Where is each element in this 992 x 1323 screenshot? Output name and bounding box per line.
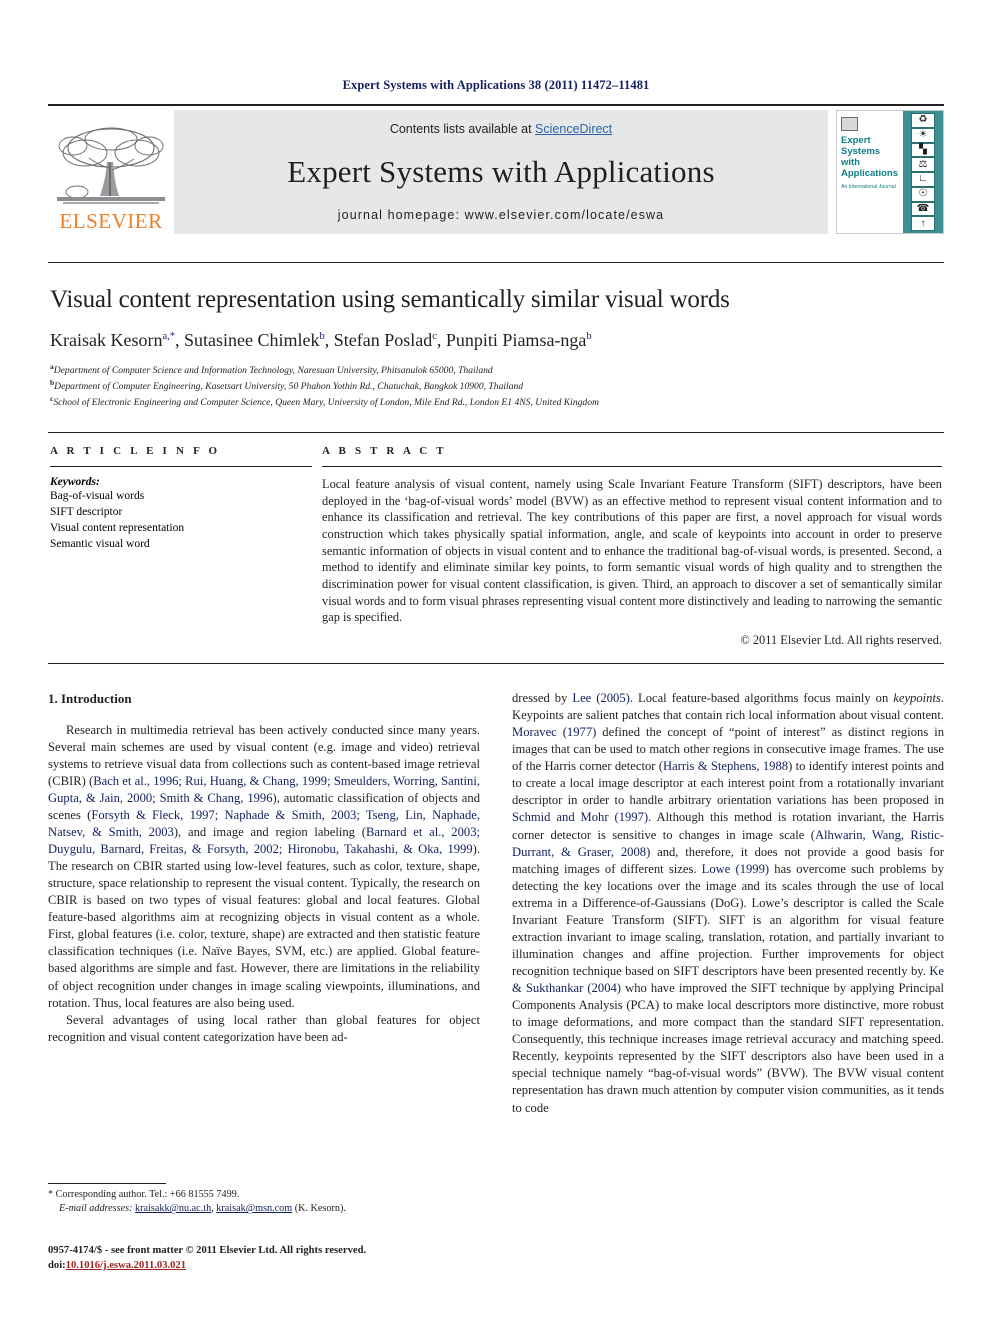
cover-icon-strip: ♻ ☀ ▚ ⚖ ∟ ☉ ☎ ↑ <box>903 111 943 233</box>
sciencedirect-link[interactable]: ScienceDirect <box>535 122 612 136</box>
doi-link[interactable]: 10.1016/j.eswa.2011.03.021 <box>66 1260 186 1271</box>
microscope-icon: ∟ <box>911 172 935 187</box>
email-link-1[interactable]: kraisakk@nu.ac.th <box>135 1203 211 1214</box>
cover-title-line-4: Applications <box>841 167 899 179</box>
email-note: E-mail addresses: kraisakk@nu.ac.th, kra… <box>48 1202 480 1216</box>
running-head: Expert Systems with Applications 38 (201… <box>342 78 650 92</box>
journal-homepage[interactable]: journal homepage: www.elsevier.com/locat… <box>338 208 664 222</box>
article-info-abstract-block: A R T I C L E I N F O Keywords: Bag-of-v… <box>48 432 944 664</box>
journal-title: Expert Systems with Applications <box>287 154 715 189</box>
keyword-item: Visual content representation <box>50 521 185 534</box>
page-title: Visual content representation using sema… <box>50 286 730 313</box>
affiliation-b-text: Department of Computer Engineering, Kase… <box>54 380 524 392</box>
abstract-copyright: © 2011 Elsevier Ltd. All rights reserved… <box>740 633 942 648</box>
telephone-icon: ☎ <box>911 201 935 217</box>
intro-p3-pre: dressed by <box>512 691 573 705</box>
article-info-column: A R T I C L E I N F O Keywords: Bag-of-v… <box>50 445 312 552</box>
abstract-text: Local feature analysis of visual content… <box>322 477 942 625</box>
issn-line: 0957-4174/$ - see front matter © 2011 El… <box>48 1245 367 1256</box>
citation-link[interactable]: Harris & Stephens, 1988 <box>663 759 788 773</box>
elsevier-wordmark: ELSEVIER <box>59 209 163 233</box>
intro-p1-mid2: ), and image and region labeling ( <box>173 824 366 839</box>
email-label: E-mail addresses: <box>59 1203 133 1215</box>
author-3: Stefan Poslad <box>333 330 433 350</box>
email-suffix: (K. Kesorn). <box>292 1203 346 1215</box>
affiliation-c-text: School of Electronic Engineering and Com… <box>53 396 599 408</box>
recycle-icon: ♻ <box>911 113 935 128</box>
journal-header-center: Contents lists available at ScienceDirec… <box>174 110 828 234</box>
intro-p3-post: who have improved the SIFT technique by … <box>512 981 944 1115</box>
keyword-item: Bag-of-visual words <box>50 490 145 502</box>
intro-paragraph-1: Research in multimedia retrieval has bee… <box>48 722 480 1012</box>
contents-available-line: Contents lists available at ScienceDirec… <box>390 122 612 136</box>
journal-cover-thumbnail: Expert Systems with Applications An Inte… <box>836 110 944 234</box>
emphasis-keypoints: keypoints <box>893 691 941 705</box>
keyword-item: SIFT descriptor <box>50 505 123 518</box>
author-4: Punpiti Piamsa-nga <box>445 330 587 350</box>
author-list: Kraisak Kesorna,*, Sutasinee Chimlekb, S… <box>50 330 592 350</box>
cover-text-panel: Expert Systems with Applications An Inte… <box>837 111 905 233</box>
email-link-2[interactable]: kraisak@msn.com <box>216 1203 292 1214</box>
article-info-rule <box>50 466 312 467</box>
affiliation-a: aDepartment of Computer Science and Info… <box>50 362 940 378</box>
elsevier-tree-icon <box>57 127 165 204</box>
abstract-heading: A B S T R A C T <box>322 445 447 457</box>
citation-link[interactable]: Moravec (1977) <box>512 725 596 739</box>
article-info-heading: A R T I C L E I N F O <box>50 445 221 457</box>
author-3-marks: c <box>432 331 437 342</box>
doi-label: doi: <box>48 1260 66 1272</box>
affiliation-b: bDepartment of Computer Engineering, Kas… <box>50 378 940 394</box>
citation-link[interactable]: Schmid and Mohr (1997) <box>512 810 648 824</box>
elsevier-logo: ELSEVIER <box>48 110 174 234</box>
journal-header-band: ELSEVIER Contents lists available at Sci… <box>48 104 944 234</box>
doi-line: doi:10.1016/j.eswa.2011.03.021 <box>48 1258 508 1273</box>
affiliation-a-text: Department of Computer Science and Infor… <box>53 365 493 377</box>
scales-icon: ⚖ <box>911 157 935 172</box>
monitor-icon <box>841 117 858 131</box>
footnote-rule <box>48 1183 166 1184</box>
citation-link[interactable]: Lowe (1999) <box>702 862 769 876</box>
footnote-block: * Corresponding author. Tel.: +66 81555 … <box>48 1183 480 1217</box>
intro-p3-mid1: . Local feature-based algorithms focus m… <box>629 691 894 705</box>
body-column-left: 1. Introduction Research in multimedia r… <box>48 690 480 1046</box>
header-divider <box>48 262 944 263</box>
affiliation-c: cSchool of Electronic Engineering and Co… <box>50 394 940 410</box>
intro-p3-mid7: has overcome such problems by detecting … <box>512 861 944 978</box>
abstract-rule <box>322 466 942 467</box>
abstract-column: A B S T R A C T Local feature analysis o… <box>322 445 942 648</box>
intro-paragraph-2: Several advantages of using local rather… <box>48 1012 480 1044</box>
affiliation-list: aDepartment of Computer Science and Info… <box>50 362 940 409</box>
author-4-marks: b <box>586 331 592 342</box>
chart-icon: ▚ <box>911 142 935 158</box>
author-2-marks: b <box>319 331 325 342</box>
keyword-item: Semantic visual word <box>50 537 150 550</box>
issn-doi-block: 0957-4174/$ - see front matter © 2011 El… <box>48 1243 508 1273</box>
keywords-label: Keywords: <box>50 476 100 488</box>
body-column-right: dressed by Lee (2005). Local feature-bas… <box>512 690 944 1117</box>
globe-icon: ☀ <box>911 127 935 143</box>
corresponding-author-note: * Corresponding author. Tel.: +66 81555 … <box>48 1189 240 1200</box>
author-1: Kraisak Kesorn <box>50 330 163 350</box>
author-1-marks: a,* <box>162 331 176 342</box>
satellite-icon: ☉ <box>911 186 935 202</box>
paper-page: Expert Systems with Applications 38 (201… <box>0 0 992 1323</box>
citation-link[interactable]: Lee (2005) <box>572 691 629 705</box>
author-2: Sutasinee Chimlek <box>184 330 320 350</box>
intro-p1-post: ). The research on CBIR started using lo… <box>48 842 480 1010</box>
section-title-introduction: 1. Introduction <box>48 691 132 706</box>
cover-subtitle: An International Journal <box>841 183 896 190</box>
rocket-icon: ↑ <box>911 216 935 231</box>
contents-prefix: Contents lists available at <box>389 122 536 136</box>
intro-paragraph-3: dressed by Lee (2005). Local feature-bas… <box>512 690 944 1117</box>
